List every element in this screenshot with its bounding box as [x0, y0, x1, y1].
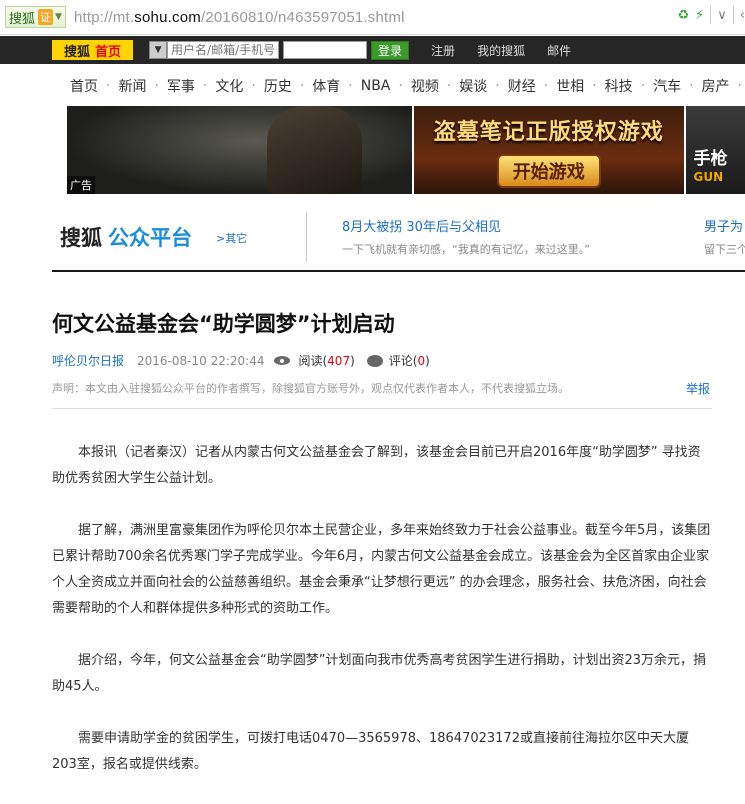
divider — [52, 408, 712, 409]
home-button[interactable]: 搜狐 首页 — [52, 40, 134, 60]
nav-item[interactable]: 财经 — [508, 76, 536, 96]
declaration-text: 声明：本文由入驻搜狐公众平台的作者撰写，除搜狐官方账号外，观点仅代表作者本人，不… — [52, 382, 569, 395]
nav-separator: · — [446, 78, 452, 94]
platform-logo[interactable]: 搜狐 公众平台 — [60, 222, 192, 252]
gun-title: 手枪 — [693, 149, 728, 169]
refresh-icon[interactable]: ♻ — [677, 8, 689, 23]
lightning-icon[interactable]: ⚡ — [695, 8, 704, 23]
nav-item[interactable]: 世相 — [556, 76, 584, 96]
nav-separator: · — [154, 78, 159, 94]
news-headline[interactable]: 男子为 — [704, 216, 745, 235]
article-paragraph: 本报讯（记者秦汉）记者从内蒙古何文公益基金会了解到，该基金会目前已开启2016年… — [52, 445, 701, 486]
ad-label: 广告 — [67, 176, 95, 194]
divider — [306, 212, 307, 262]
ad-image-game-scene[interactable]: 广告 — [67, 106, 412, 194]
nav-separator: · — [495, 78, 500, 94]
read-count: 阅读(407) — [298, 354, 355, 368]
nav-separator: · — [592, 78, 597, 94]
nav-separator: · — [202, 78, 208, 94]
nav-item[interactable]: 汽车 — [653, 76, 681, 96]
nav-item[interactable]: 首页 — [70, 76, 98, 96]
start-game-button[interactable]: 开始游戏 — [496, 154, 601, 188]
nav-item[interactable]: NBA — [361, 78, 391, 94]
account-type-dropdown[interactable]: ▼ — [149, 41, 168, 59]
ad-banner[interactable]: 广告 盗墓笔记正版授权游戏 开始游戏 手枪 GUN — [67, 106, 745, 194]
nav-item[interactable]: 科技 — [605, 76, 633, 96]
chevron-down-icon: ▼ — [154, 45, 162, 55]
certified-icon: 证 — [38, 9, 54, 25]
nav-separator: · — [348, 78, 353, 94]
divider — [710, 6, 712, 24]
featured-news-item[interactable]: 男子为 留下三个 — [704, 216, 745, 257]
channel-nav: 首页 · 新闻 · 军事 · 文化 · 历史 · 体育 · NBA · 视频 · 娱谈 · 财经 · 世相 · 科技 · 汽车 ·… — [0, 66, 745, 106]
username-input[interactable] — [167, 41, 280, 59]
ad-image-gun[interactable]: 手枪 GUN — [685, 106, 745, 194]
nav-separator: · — [299, 78, 305, 94]
register-link[interactable]: 注册 — [431, 42, 455, 59]
comment-icon — [366, 354, 383, 367]
game-title: 盗墓笔记正版授权游戏 — [433, 120, 664, 145]
more-link[interactable]: >其它 — [216, 230, 247, 246]
article-source[interactable]: 呼伦贝尔日报 — [52, 352, 124, 369]
site-badge-label: 搜狐 — [9, 11, 36, 27]
article-meta: 呼伦贝尔日报 2016-08-10 22:20:44 阅读(407) 评论(0) — [52, 352, 430, 369]
nav-separator: · — [543, 78, 549, 94]
password-input[interactable] — [283, 41, 368, 59]
news-summary: 一下飞机就有亲切感，“我真的有记忆，来过这里。” — [342, 243, 590, 256]
comment-count[interactable]: 评论(0) — [389, 352, 430, 369]
mail-link[interactable]: 邮件 — [547, 42, 571, 59]
article-paragraph: 据了解，满洲里富豪集团作为呼伦贝尔本土民营企业，多年来始终致力于社会公益事业。截… — [52, 523, 711, 616]
nav-separator: · — [106, 78, 111, 94]
nav-separator: · — [640, 78, 646, 94]
article-paragraph: 据介绍，今年，何文公益基金会“助学圆梦”计划面向我市优秀高考贫困学生进行捐助，计… — [52, 653, 707, 694]
nav-item[interactable]: 新闻 — [118, 76, 146, 96]
my-sohu-link[interactable]: 我的搜狐 — [477, 42, 525, 59]
news-summary: 留下三个 — [704, 243, 745, 256]
report-link[interactable]: 举报 — [686, 380, 710, 397]
address-bar[interactable]: 搜狐 证 ▼ http://mt.sohu.com/20160810/n4635… — [0, 0, 745, 35]
article-time: 2016-08-10 22:20:44 — [137, 353, 265, 368]
nav-item[interactable]: 军事 — [167, 76, 195, 96]
nav-item[interactable]: 体育 — [312, 76, 340, 96]
nav-item[interactable]: 历史 — [264, 76, 292, 96]
nav-item[interactable]: 视频 — [411, 76, 439, 96]
platform-header: 搜狐 公众平台 >其它 8月大被拐 30年后与父相见 一下飞机就有亲切感，“我真的… — [52, 206, 745, 272]
ad-image-game-promo[interactable]: 盗墓笔记正版授权游戏 开始游戏 — [413, 106, 684, 194]
nav-item[interactable]: 文化 — [215, 76, 243, 96]
url-text[interactable]: http://mt.sohu.com/20160810/n463597051.s… — [74, 9, 405, 26]
nav-item[interactable]: 房产 — [702, 76, 730, 96]
eye-icon — [274, 355, 292, 367]
news-headline[interactable]: 8月大被拐 30年后与父相见 — [342, 216, 590, 235]
chevron-down-icon: ▼ — [55, 12, 62, 22]
nav-separator: · — [251, 78, 256, 94]
sohu-top-bar: 搜狐首页 ▼ 登录 注册 我的搜狐 邮件 — [0, 36, 745, 64]
chevron-down-icon[interactable]: ∨ — [717, 8, 727, 23]
article-title: 何文公益基金会“助学圆梦”计划启动 — [52, 312, 395, 336]
login-button[interactable]: 登录 — [371, 40, 410, 60]
nav-separator: · — [737, 78, 742, 94]
featured-news-item[interactable]: 8月大被拐 30年后与父相见 一下飞机就有亲切感，“我真的有记忆，来过这里。” — [342, 216, 590, 257]
gun-sub: GUN — [693, 170, 724, 184]
back-arrow-icon[interactable]: ‹ — [740, 8, 745, 23]
site-identity-badge[interactable]: 搜狐 证 ▼ — [5, 6, 66, 28]
article-paragraph: 需要申请助学金的贫困学生，可拨打电话0470—3565978、186470231… — [52, 731, 689, 772]
nav-item[interactable]: 娱谈 — [459, 76, 487, 96]
address-bar-actions: ♻ ⚡ ∨ ‹ — [677, 6, 745, 24]
divider — [732, 6, 734, 24]
nav-separator: · — [398, 78, 403, 94]
character-figure — [267, 106, 362, 194]
nav-separator: · — [689, 78, 694, 94]
article-body: 本报讯（记者秦汉）记者从内蒙古何文公益基金会了解到，该基金会目前已开启2016年… — [52, 440, 712, 804]
